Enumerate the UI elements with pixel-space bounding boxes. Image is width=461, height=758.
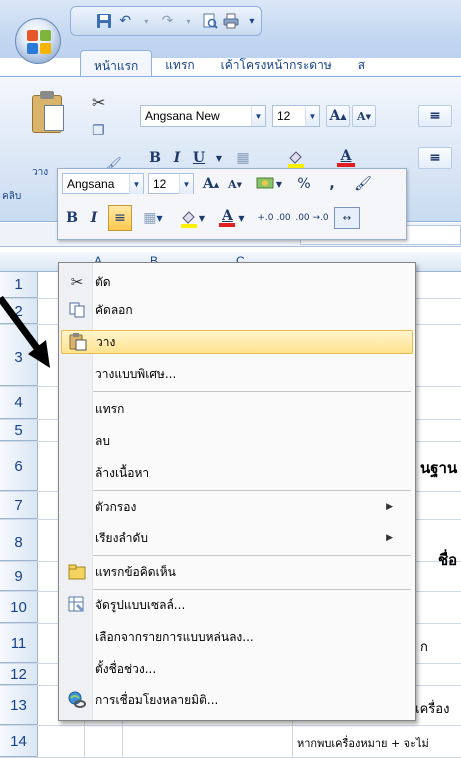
menu-item-delete[interactable]: ลบ	[61, 429, 413, 453]
align-left-button[interactable]: ≡	[418, 147, 452, 169]
row-header[interactable]: 9	[0, 562, 38, 591]
mini-font-size-combo[interactable]: 12 ▼	[148, 173, 194, 194]
row-header[interactable]: 8	[0, 520, 38, 561]
quick-print-icon[interactable]	[222, 11, 240, 31]
bold-button[interactable]: B	[144, 147, 166, 169]
row-header[interactable]: 12	[0, 664, 38, 685]
format-cells-icon	[66, 594, 88, 616]
redo-icon[interactable]: ↷	[158, 11, 176, 31]
menu-item-pick-from-list[interactable]: เลือกจากรายการแบบหล่นลง...	[61, 625, 413, 649]
tab-home[interactable]: หน้าแรก	[80, 50, 153, 76]
paste-label: วาง	[32, 167, 49, 178]
menu-item-clear-contents[interactable]: ล้างเนื้อหา	[61, 461, 413, 485]
copy-icon[interactable]: ❐	[92, 123, 105, 139]
office-logo-icon	[27, 30, 51, 54]
paste-icon	[67, 331, 89, 353]
hyperlink-icon	[66, 689, 88, 711]
italic-button[interactable]: I	[166, 147, 188, 169]
percent-button[interactable]: %	[292, 173, 316, 195]
menu-item-format-cells[interactable]: จัดรูปแบบเซลล์...	[61, 593, 413, 617]
undo-icon[interactable]: ↶	[116, 11, 134, 31]
borders-icon[interactable]: ▦	[232, 147, 254, 169]
cell-text: ก	[420, 640, 428, 655]
row-header[interactable]: 7	[0, 492, 38, 519]
clipboard-group-label: คลิบ	[2, 191, 22, 202]
underline-dropdown[interactable]: ▼	[208, 147, 230, 169]
row-header[interactable]: 4	[0, 387, 38, 419]
currency-icon[interactable]: ▼	[254, 173, 284, 195]
pointer-arrow-icon	[0, 295, 50, 368]
save-icon[interactable]	[95, 11, 113, 31]
row-header[interactable]: 11	[0, 624, 38, 663]
menu-item-filter[interactable]: ตัวกรอง ▶	[61, 495, 413, 519]
mini-font-name-combo[interactable]: Angsana ▼	[62, 173, 144, 194]
cell-text: หากพบเครื่องหมาย + จะไม่	[297, 737, 429, 750]
menu-separator	[93, 391, 411, 392]
cut-icon[interactable]: ✂	[92, 93, 105, 112]
fill-color-icon[interactable]	[284, 147, 308, 169]
font-name-combo[interactable]: Angsana New ▼	[140, 105, 266, 127]
menu-item-cut[interactable]: ✂ ตัด	[61, 270, 413, 294]
menu-separator	[93, 490, 411, 491]
row-header[interactable]: 10	[0, 592, 38, 623]
submenu-arrow-icon: ▶	[386, 533, 393, 543]
mini-bold-button[interactable]: B	[62, 207, 82, 229]
menu-item-sort[interactable]: เรียงลำดับ ▶	[61, 526, 413, 550]
quick-access-toolbar: ↶ ▾ ↷ ▾ ▾	[70, 6, 262, 36]
underline-button[interactable]: U	[188, 147, 210, 169]
font-color-button[interactable]: A	[334, 147, 358, 169]
row-14: 14 หากพบเครื่องหมาย + จะไม่	[0, 726, 461, 758]
menu-item-insert[interactable]: แทรก	[61, 397, 413, 421]
row-header[interactable]: 5	[0, 420, 38, 441]
mini-grow-font-button[interactable]: A ▲	[200, 173, 222, 195]
merge-center-icon[interactable]: ↔	[334, 207, 360, 229]
tab-page-layout[interactable]: เค้าโครงหน้ากระดาษ	[208, 50, 345, 76]
menu-item-hyperlink[interactable]: การเชื่อมโยงหลายมิติ...	[61, 688, 413, 712]
mini-toolbar: Angsana ▼ 12 ▼ A ▲ A ▼ ▼ % , 🖌 B I ≡ ▦ ▼ ▼ A …	[57, 168, 407, 240]
cell-text: นฐาน	[420, 459, 458, 477]
grow-font-button[interactable]: A ▲	[326, 105, 350, 127]
mini-center-button[interactable]: ≡	[108, 205, 132, 231]
chevron-down-icon: ▼	[251, 106, 265, 126]
format-painter-icon[interactable]: 🖌	[350, 173, 376, 195]
decrease-decimal-button[interactable]: .00 →.0	[294, 207, 330, 229]
menu-separator	[93, 555, 411, 556]
mini-italic-button[interactable]: I	[84, 207, 104, 229]
row-header[interactable]: 14	[0, 726, 38, 757]
tab-formulas[interactable]: ส	[345, 50, 378, 76]
ribbon-tabs: หน้าแรก แทรก เค้าโครงหน้ากระดาษ ส	[80, 50, 378, 76]
mini-borders-icon[interactable]: ▦ ▼	[136, 207, 170, 229]
paste-icon	[32, 91, 66, 133]
chevron-down-icon: ▼	[305, 106, 319, 126]
chevron-down-icon: ▼	[129, 174, 143, 194]
scissors-icon: ✂	[70, 273, 84, 291]
mini-shrink-font-button[interactable]: A ▼	[224, 173, 246, 195]
row-header[interactable]: 13	[0, 686, 38, 725]
menu-item-copy[interactable]: คัดลอก	[61, 298, 413, 322]
tab-insert[interactable]: แทรก	[152, 50, 207, 76]
shrink-font-button[interactable]: A ▼	[352, 105, 376, 127]
customize-qat-icon[interactable]: ▾	[243, 11, 261, 31]
mini-fill-color-icon[interactable]: ▼	[174, 207, 210, 229]
menu-separator	[93, 589, 411, 590]
copy-icon	[66, 299, 88, 321]
comment-icon	[66, 561, 88, 583]
menu-item-paste-special[interactable]: วางแบบพิเศษ...	[61, 362, 413, 386]
office-button[interactable]	[15, 18, 61, 64]
font-size-combo[interactable]: 12 ▼	[272, 105, 320, 127]
context-menu: ✂ ตัด คัดลอก วาง วางแบบพิเศษ... แทรก ลบ …	[58, 262, 416, 721]
menu-item-paste[interactable]: วาง	[61, 330, 413, 354]
undo-dropdown-icon[interactable]: ▾	[137, 11, 155, 31]
print-preview-icon[interactable]	[201, 11, 219, 31]
menu-item-insert-comment[interactable]: แทรกข้อคิดเห็น	[61, 560, 413, 584]
redo-dropdown-icon[interactable]: ▾	[180, 11, 198, 31]
increase-decimal-button[interactable]: +.0 .00	[256, 207, 292, 229]
align-top-button[interactable]: ≡	[418, 105, 452, 127]
submenu-arrow-icon: ▶	[386, 502, 393, 512]
comma-button[interactable]: ,	[320, 173, 344, 195]
chevron-down-icon: ▼	[179, 174, 193, 194]
menu-item-name-range[interactable]: ตั้งชื่อช่วง...	[61, 657, 413, 681]
row-header[interactable]: 6	[0, 442, 38, 491]
mini-font-color-button[interactable]: A ▼	[214, 207, 250, 229]
